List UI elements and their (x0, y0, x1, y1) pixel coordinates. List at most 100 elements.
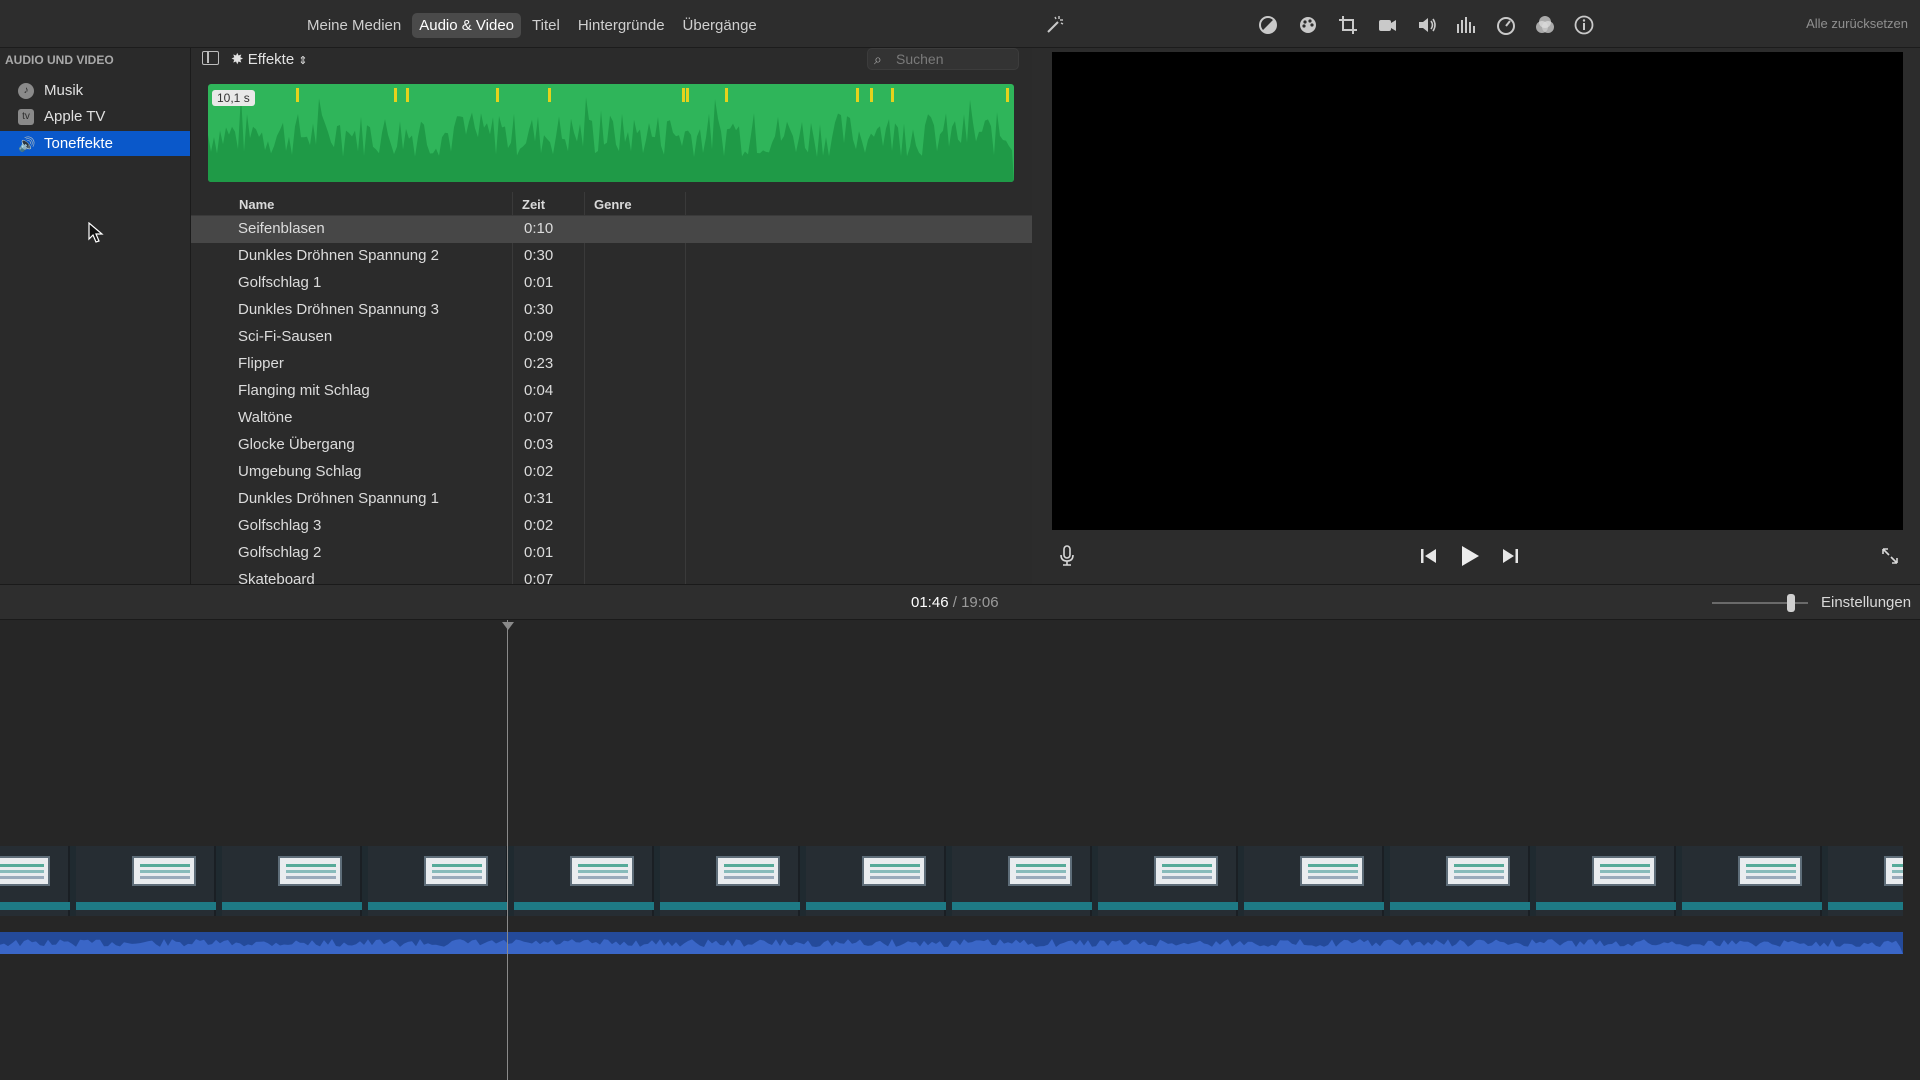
clip-thumbnail (1536, 846, 1676, 916)
sound-name: Sci-Fi-Sausen (238, 328, 333, 345)
list-item[interactable]: Sci-Fi-Sausen 0:09 (191, 324, 1032, 351)
media-tabs: Meine Medien Audio & Video Titel Hintergrün… (300, 13, 764, 38)
sidebar-toggle-icon[interactable] (202, 51, 219, 65)
list-item[interactable]: Umgebung Schlag 0:02 (191, 459, 1032, 486)
tab-titel[interactable]: Titel (525, 13, 567, 38)
list-item[interactable]: Golfschlag 1 0:01 (191, 270, 1032, 297)
duration-badge: 10,1 s (212, 90, 255, 106)
color-correction-icon[interactable] (1297, 14, 1319, 36)
sidebar-item-label: Musik (44, 82, 84, 99)
sound-name: Flanging mit Schlag (238, 382, 370, 399)
reset-all-button[interactable]: Alle zurücksetzen (1806, 16, 1908, 31)
list-item[interactable]: Golfschlag 2 0:01 (191, 540, 1032, 567)
sidebar-item-musik[interactable]: ♪ Musik (0, 78, 190, 103)
tab-meine-medien[interactable]: Meine Medien (300, 13, 408, 38)
clip-thumbnail (1244, 846, 1384, 916)
list-item[interactable]: Golfschlag 3 0:02 (191, 513, 1032, 540)
timeline[interactable] (0, 620, 1920, 1080)
clip-thumbnail (1682, 846, 1822, 916)
sound-name: Dunkles Dröhnen Spannung 3 (238, 301, 439, 318)
clip-thumbnail (952, 846, 1092, 916)
effects-star-icon: ✸ (231, 51, 244, 68)
sound-duration: 0:30 (524, 247, 554, 264)
list-item[interactable]: Dunkles Dröhnen Spannung 1 0:31 (191, 486, 1032, 513)
sound-name: Golfschlag 1 (238, 274, 322, 291)
tab-hintergründe[interactable]: Hintergründe (571, 13, 672, 38)
color-balance-icon[interactable] (1257, 14, 1279, 36)
list-item[interactable]: Dunkles Dröhnen Spannung 2 0:30 (191, 243, 1032, 270)
clip-thumbnail (514, 846, 654, 916)
sidebar-item-apple-tv[interactable]: tv Apple TV (0, 104, 190, 129)
media-tab-bar: Meine Medien Audio & Video Titel Hintergrün… (0, 0, 1032, 48)
column-header-name[interactable]: Name (239, 197, 274, 212)
playhead[interactable] (507, 620, 508, 1080)
sound-duration: 0:04 (524, 382, 554, 399)
list-item[interactable]: Skateboard 0:07 (191, 567, 1032, 584)
sound-effects-list: Seifenblasen 0:10 Dunkles Dröhnen Spannung… (191, 216, 1032, 584)
list-item[interactable]: Dunkles Dröhnen Spannung 3 0:30 (191, 297, 1032, 324)
column-header-genre[interactable]: Genre (594, 197, 632, 212)
time-separator: / (952, 594, 957, 611)
speed-icon[interactable] (1495, 14, 1517, 36)
sound-duration: 0:30 (524, 301, 554, 318)
search-placeholder: Suchen (896, 51, 944, 67)
column-header-time[interactable]: Zeit (522, 197, 545, 212)
video-clip[interactable] (0, 846, 1903, 916)
list-item[interactable]: Flipper 0:23 (191, 351, 1032, 378)
video-preview (1052, 52, 1903, 530)
sound-name: Dunkles Dröhnen Spannung 2 (238, 247, 439, 264)
effects-dropdown[interactable]: ✸ Effekte ⇕ (231, 50, 308, 68)
timecode: 01:46 / 19:06 (911, 594, 999, 611)
current-time: 01:46 (911, 594, 949, 611)
microphone-icon[interactable] (1058, 545, 1076, 571)
volume-icon[interactable] (1416, 14, 1438, 36)
mouse-cursor-icon (88, 222, 104, 243)
list-item[interactable]: Glocke Übergang 0:03 (191, 432, 1032, 459)
clip-thumbnail (1098, 846, 1238, 916)
sound-name: Skateboard (238, 571, 315, 584)
browser-toolbar: ✸ Effekte ⇕ ⌕ Suchen (191, 48, 1032, 72)
audio-clip[interactable] (0, 932, 1903, 954)
magic-wand-icon[interactable] (1044, 14, 1066, 36)
apple-tv-icon: tv (18, 108, 34, 125)
waveform-preview[interactable]: 10,1 s (208, 84, 1014, 182)
sound-name: Glocke Übergang (238, 436, 355, 453)
settings-button[interactable]: Einstellungen (1821, 594, 1911, 611)
viewer-toolbar: Alle zurücksetzen (1032, 0, 1920, 48)
stabilization-icon[interactable] (1376, 14, 1398, 36)
sidebar-item-toneffekte[interactable]: 🔊 Toneffekte (0, 131, 190, 156)
sound-duration: 0:10 (524, 220, 554, 237)
sound-duration: 0:02 (524, 463, 554, 480)
play-icon[interactable] (1459, 545, 1481, 571)
timeline-header: 01:46 / 19:06 Einstellungen (0, 584, 1920, 620)
crop-icon[interactable] (1337, 14, 1359, 36)
fullscreen-icon[interactable] (1880, 546, 1900, 570)
sound-name: Waltöne (238, 409, 293, 426)
zoom-slider-knob[interactable] (1787, 594, 1795, 612)
playhead-handle[interactable] (502, 622, 514, 630)
list-item[interactable]: Flanging mit Schlag 0:04 (191, 378, 1032, 405)
waveform-graphic (208, 88, 1014, 182)
search-field[interactable]: ⌕ Suchen (867, 48, 1019, 70)
sound-duration: 0:01 (524, 544, 554, 561)
skip-forward-icon[interactable] (1501, 548, 1519, 568)
info-icon[interactable] (1573, 14, 1595, 36)
viewer-panel (1032, 48, 1920, 584)
equalizer-icon[interactable] (1455, 14, 1477, 36)
list-item[interactable]: Waltöne 0:07 (191, 405, 1032, 432)
sound-name: Seifenblasen (238, 220, 325, 237)
imovie-window: Meine Medien Audio & Video Titel Hintergrün… (0, 0, 1920, 1080)
skip-back-icon[interactable] (1420, 548, 1438, 568)
media-browser: ✸ Effekte ⇕ ⌕ Suchen 10,1 s Name Zeit Ge… (191, 48, 1032, 584)
tab-audio-video[interactable]: Audio & Video (412, 13, 522, 38)
filter-icon[interactable] (1534, 14, 1556, 36)
up-down-chevron-icon: ⇕ (298, 55, 308, 67)
library-sidebar: AUDIO UND VIDEO ♪ Musik tv Apple TV 🔊 To… (0, 48, 191, 584)
clip-thumbnail (1390, 846, 1530, 916)
list-item[interactable]: Seifenblasen 0:10 (191, 216, 1032, 243)
clip-thumbnail (660, 846, 800, 916)
sound-duration: 0:02 (524, 517, 554, 534)
tab-übergänge[interactable]: Übergänge (676, 13, 764, 38)
sound-duration: 0:03 (524, 436, 554, 453)
sound-duration: 0:23 (524, 355, 554, 372)
